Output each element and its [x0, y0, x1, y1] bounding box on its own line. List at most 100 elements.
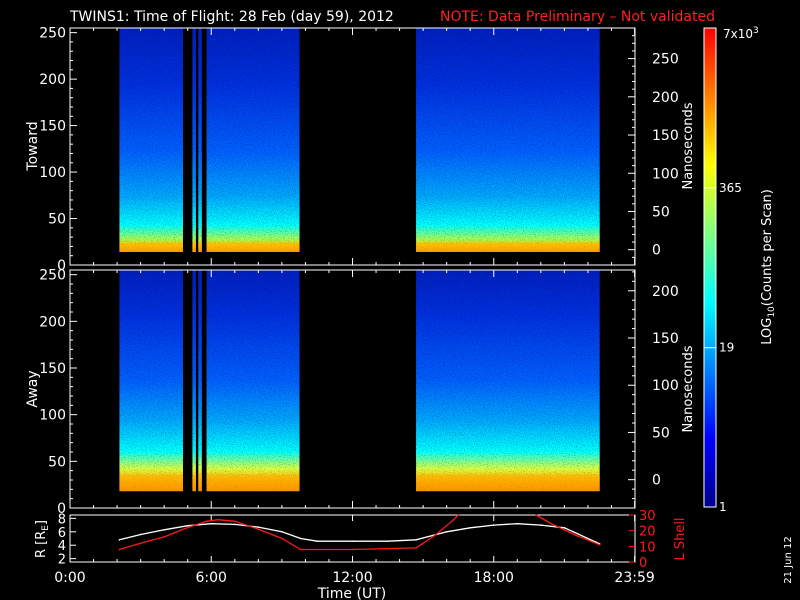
- figure-title: TWINS1: Time of Flight: 28 Feb (day 59),…: [69, 9, 394, 25]
- r-point: [563, 526, 566, 529]
- colorbar-gradient: [703, 27, 717, 508]
- heatmap-noise: [192, 270, 196, 492]
- y-right-tick-label: 100: [652, 166, 679, 182]
- y-tick-label: 250: [39, 26, 66, 42]
- lshell-point: [351, 548, 354, 551]
- heatmap-peak-band: [192, 242, 196, 252]
- colorbar: 1 19 365 7x103 LOG10(Counts per Scan): [703, 26, 777, 514]
- r-point: [163, 528, 165, 531]
- r-point: [316, 540, 318, 542]
- y-tick-label: 250: [39, 268, 66, 284]
- heatmap-toward: [119, 28, 600, 252]
- away-ylabel: Away: [25, 370, 41, 407]
- r-tick-label: 8: [58, 512, 66, 527]
- r-point: [415, 539, 417, 541]
- away-right-ylabel: Nanoseconds: [681, 345, 696, 432]
- heatmap-noise: [206, 270, 300, 492]
- r-point: [210, 522, 213, 525]
- y-right-tick-label: 50: [652, 425, 670, 441]
- lshell-point: [535, 514, 537, 516]
- y-tick-label: 50: [48, 212, 66, 228]
- r-ylabel-main: R [R: [34, 531, 49, 558]
- y-tick-label: 150: [39, 119, 66, 135]
- r-point: [257, 526, 260, 528]
- time-tick-label: 12:00: [332, 570, 372, 586]
- colorbar-label-prefix: LOG: [760, 318, 775, 345]
- y-tick-label: 100: [39, 408, 66, 424]
- lshell-tick-label: 10: [639, 540, 656, 555]
- heatmap-noise: [198, 28, 202, 252]
- r-point: [299, 537, 302, 540]
- r-point: [139, 533, 142, 536]
- tof-spectrogram-figure: TWINS1: Time of Flight: 28 Feb (day 59),…: [25, 9, 794, 600]
- colorbar-top-exp: 3: [753, 26, 759, 36]
- heatmap-noise: [119, 270, 183, 492]
- lshell-tick-label: 0: [639, 556, 647, 571]
- lshell-point: [233, 520, 236, 523]
- heatmap-noise: [192, 28, 196, 252]
- toward-ylabel: Toward: [25, 121, 41, 171]
- y-tick-label: 50: [48, 454, 66, 470]
- heatmap-peak-band: [119, 242, 183, 252]
- r-point: [445, 530, 448, 533]
- r-point: [516, 522, 519, 525]
- lshell-point: [163, 536, 165, 538]
- y-right-tick-label: 0: [652, 243, 661, 259]
- y-right-tick-label: 250: [652, 52, 679, 68]
- heatmap-noise: [416, 28, 600, 252]
- heatmap-noise: [119, 28, 183, 252]
- heatmap-noise: [206, 28, 300, 252]
- colorbar-label-suffix: (Counts per Scan): [760, 189, 775, 306]
- r-ylabel-suffix: ]: [34, 520, 49, 525]
- r-tick-label: 6: [58, 526, 66, 541]
- lshell-point: [415, 547, 417, 549]
- heatmap-peak-band: [198, 242, 202, 252]
- lshell-point: [205, 520, 208, 523]
- lshell-point: [452, 518, 455, 521]
- y-tick-label: 200: [39, 314, 66, 330]
- r-point: [469, 526, 472, 529]
- lshell-point: [434, 534, 436, 537]
- y-right-tick-label: 150: [652, 331, 679, 347]
- generation-timestamp: 21 Jun 12: [783, 536, 794, 583]
- lshell-point: [281, 537, 283, 540]
- y-right-tick-label: 200: [652, 284, 679, 300]
- panel-ephemeris: 2468 0102030 0:00 6:00 12:00 18:00 23:59 R [RE…: [34, 509, 688, 600]
- lshell-ylabel: L Shell: [673, 517, 688, 560]
- lshell-point: [299, 548, 302, 551]
- r-tick-label: 4: [58, 539, 66, 554]
- heatmap-peak-band: [198, 474, 202, 492]
- r-point: [281, 530, 283, 533]
- lshell-point: [575, 534, 577, 537]
- lshell-point: [139, 542, 142, 544]
- r-point: [492, 524, 495, 526]
- panel-away: 050100150200250050100150200 Away Nanosec…: [25, 268, 696, 517]
- r-tick-label: 2: [58, 553, 66, 568]
- colorbar-tick-top: 7x103: [723, 26, 759, 41]
- lshell-tick-label: 20: [639, 525, 656, 540]
- y-tick-label: 100: [39, 165, 66, 181]
- colorbar-tick-label: 1: [719, 500, 727, 514]
- heatmap-peak-band: [119, 474, 183, 492]
- y-tick-label: 200: [39, 72, 66, 88]
- y-right-tick-label: 50: [652, 204, 670, 220]
- panel-toward: 050100150200250050100150200250 Toward Na…: [25, 26, 696, 274]
- r-point: [118, 539, 121, 541]
- lshell-point: [186, 526, 189, 529]
- colorbar-label-sub: 10: [767, 306, 777, 318]
- y-right-tick-label: 100: [652, 378, 679, 394]
- time-tick-label: 23:59: [614, 570, 654, 586]
- heatmap-noise: [198, 270, 202, 492]
- time-xlabel: Time (UT): [317, 586, 386, 600]
- r-ylabel: R [RE]: [34, 520, 51, 558]
- y-right-tick-label: 200: [652, 90, 679, 106]
- lshell-point: [551, 523, 554, 526]
- lshell-point: [217, 518, 220, 521]
- colorbar-tick-label: 365: [719, 181, 742, 195]
- heatmap-away: [119, 270, 600, 492]
- heatmap-peak-band: [192, 474, 196, 492]
- r-point: [186, 524, 189, 527]
- y-tick-label: 150: [39, 361, 66, 377]
- lshell-point: [118, 548, 121, 551]
- heatmap-peak-band: [206, 474, 300, 492]
